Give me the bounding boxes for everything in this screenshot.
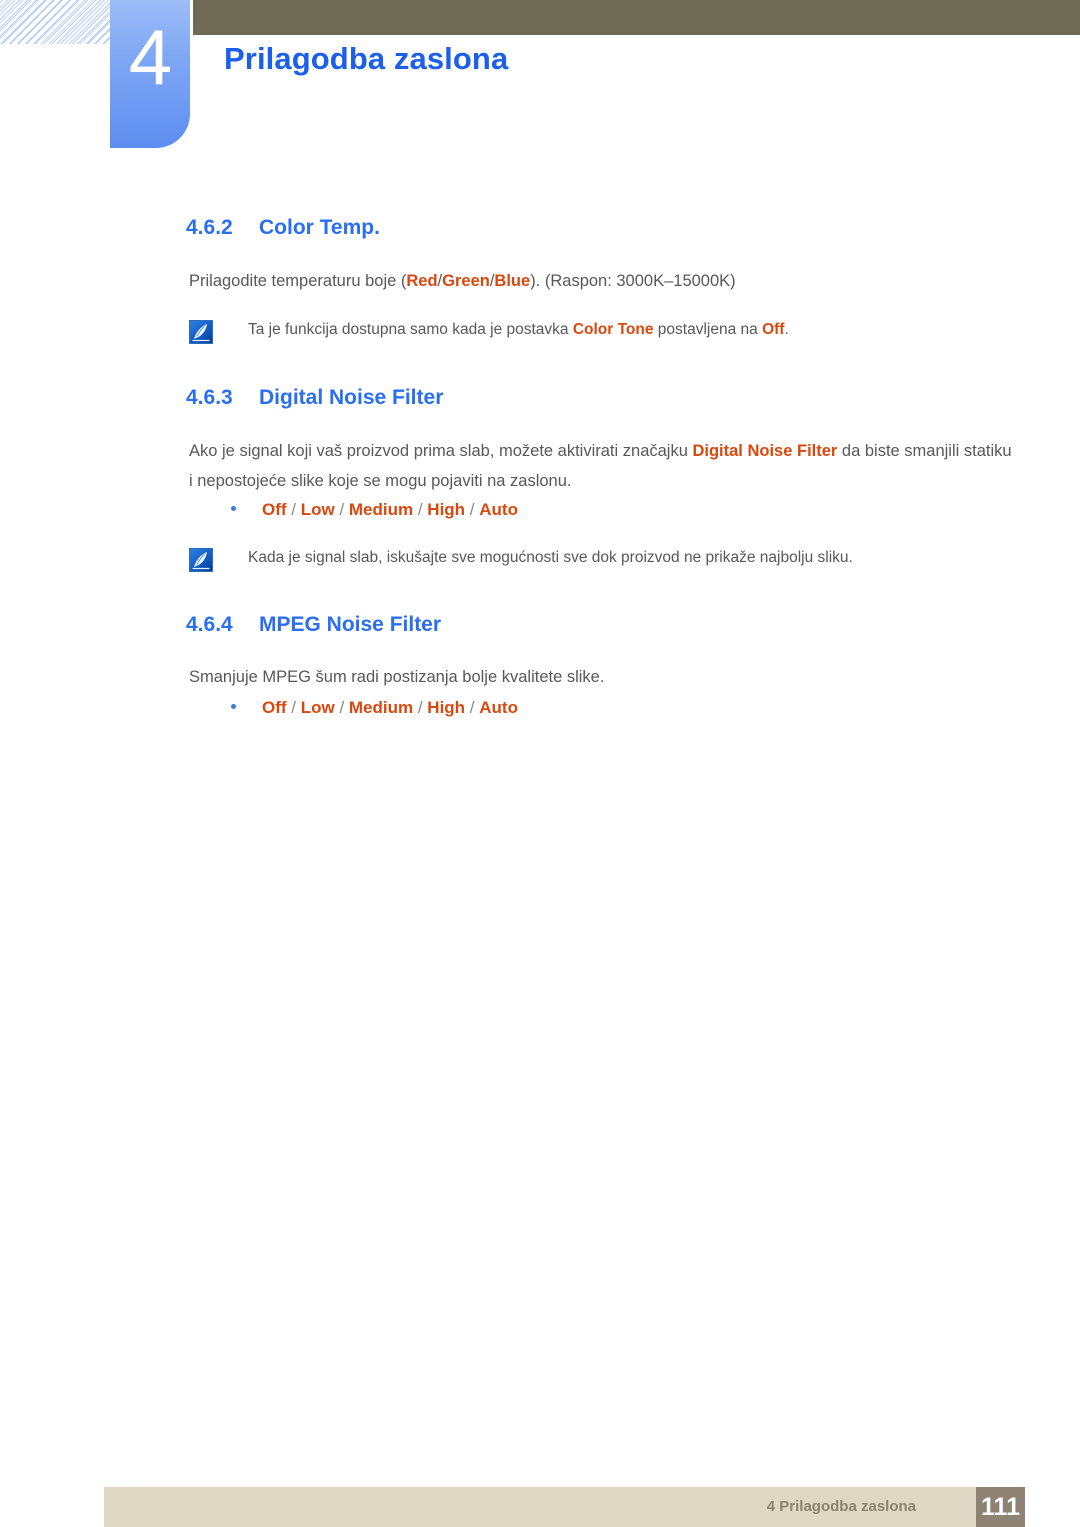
section-464-paragraph: Smanjuje MPEG šum radi postizanja bolje … xyxy=(189,668,605,686)
page-number: 111 xyxy=(981,1493,1020,1521)
option-item: Auto xyxy=(479,698,518,717)
section-462-paragraph: Prilagodite temperaturu boje (Red/Green/… xyxy=(189,266,1019,296)
text-fragment: ). (Raspon: 3000K–15000K) xyxy=(530,272,736,290)
page-number-box: 111 xyxy=(976,1487,1025,1527)
chapter-tab: 4 xyxy=(110,0,190,148)
note-2-text: Kada je signal slab, iskušajte sve moguć… xyxy=(248,549,853,566)
chapter-title: Prilagodba zaslona xyxy=(224,41,509,76)
note-pen-icon-glyph xyxy=(192,324,210,342)
section-title-464: MPEG Noise Filter xyxy=(259,613,442,636)
option-item: Medium xyxy=(348,500,414,519)
option-separator: / xyxy=(413,698,428,717)
option-separator: / xyxy=(334,500,349,519)
highlight-red: Red xyxy=(406,272,438,290)
section-title-463: Digital Noise Filter xyxy=(259,386,444,409)
text-fragment: Ta je funkcija dostupna samo kada je pos… xyxy=(248,321,573,338)
option-list-1-label: Off / Low / Medium / High / Auto xyxy=(262,500,518,520)
section-heading-464: 4.6.4 MPEG Noise Filter xyxy=(186,613,441,637)
text-fragment: Prilagodite temperaturu boje ( xyxy=(189,272,407,290)
option-separator: / xyxy=(465,500,480,519)
text-fragment: Ako je signal koji vaš proizvod prima sl… xyxy=(189,442,693,460)
option-list-2-label: Off / Low / Medium / High / Auto xyxy=(262,698,518,718)
section-heading-462: 4.6.2 Color Temp. xyxy=(186,216,380,240)
option-item: Medium xyxy=(348,698,414,717)
option-item: Off xyxy=(262,698,287,717)
chapter-number: 4 xyxy=(128,13,172,101)
section-number-463: 4.6.3 xyxy=(186,386,233,409)
header-olive-bar xyxy=(193,0,1080,35)
bullet-dot-icon xyxy=(231,506,236,511)
note-1-text: Ta je funkcija dostupna samo kada je pos… xyxy=(248,318,1009,342)
highlight-blue: Blue xyxy=(494,272,531,290)
option-item: High xyxy=(427,500,466,519)
highlight-color-tone: Color Tone xyxy=(572,321,654,338)
note-pen-icon-glyph xyxy=(192,552,210,570)
note-2: Kada je signal slab, iskušajte sve moguć… xyxy=(189,546,1019,572)
hatch-decoration-overlay xyxy=(0,0,112,44)
section-number-462: 4.6.2 xyxy=(186,216,233,239)
option-separator: / xyxy=(334,698,349,717)
highlight-green: Green xyxy=(442,272,490,290)
option-separator: / xyxy=(286,500,301,519)
text-fragment: . xyxy=(784,321,789,338)
option-list-1: Off / Low / Medium / High / Auto xyxy=(231,500,518,520)
option-item: Low xyxy=(300,500,335,519)
option-item: Off xyxy=(262,500,287,519)
option-separator: / xyxy=(413,500,428,519)
note-pen-icon xyxy=(189,548,213,572)
footer-chapter-text: 4 Prilagodba zaslona xyxy=(766,1498,916,1515)
text-fragment: da biste smanjili xyxy=(837,442,960,460)
option-separator: / xyxy=(465,698,480,717)
option-item: High xyxy=(427,698,466,717)
option-item: Low xyxy=(300,698,335,717)
section-title-462: Color Temp. xyxy=(259,216,380,239)
highlight-digital-noise-filter: Digital Noise Filter xyxy=(692,442,838,460)
option-separator: / xyxy=(286,698,301,717)
text-fragment: postavljena na xyxy=(653,321,763,338)
section-463-paragraph: Ako je signal koji vaš proizvod prima sl… xyxy=(189,436,1019,496)
section-heading-463: 4.6.3 Digital Noise Filter xyxy=(186,386,443,410)
footer-bar: 4 Prilagodba zaslona xyxy=(104,1487,976,1527)
note-pen-icon xyxy=(189,320,213,344)
option-item: Auto xyxy=(479,500,518,519)
bullet-dot-icon xyxy=(231,704,236,709)
page-header: 4 Prilagodba zaslona xyxy=(0,0,1080,160)
section-number-464: 4.6.4 xyxy=(186,613,233,636)
highlight-off: Off xyxy=(762,321,785,338)
note-1: Ta je funkcija dostupna samo kada je pos… xyxy=(189,318,1009,344)
option-list-2: Off / Low / Medium / High / Auto xyxy=(231,698,518,718)
